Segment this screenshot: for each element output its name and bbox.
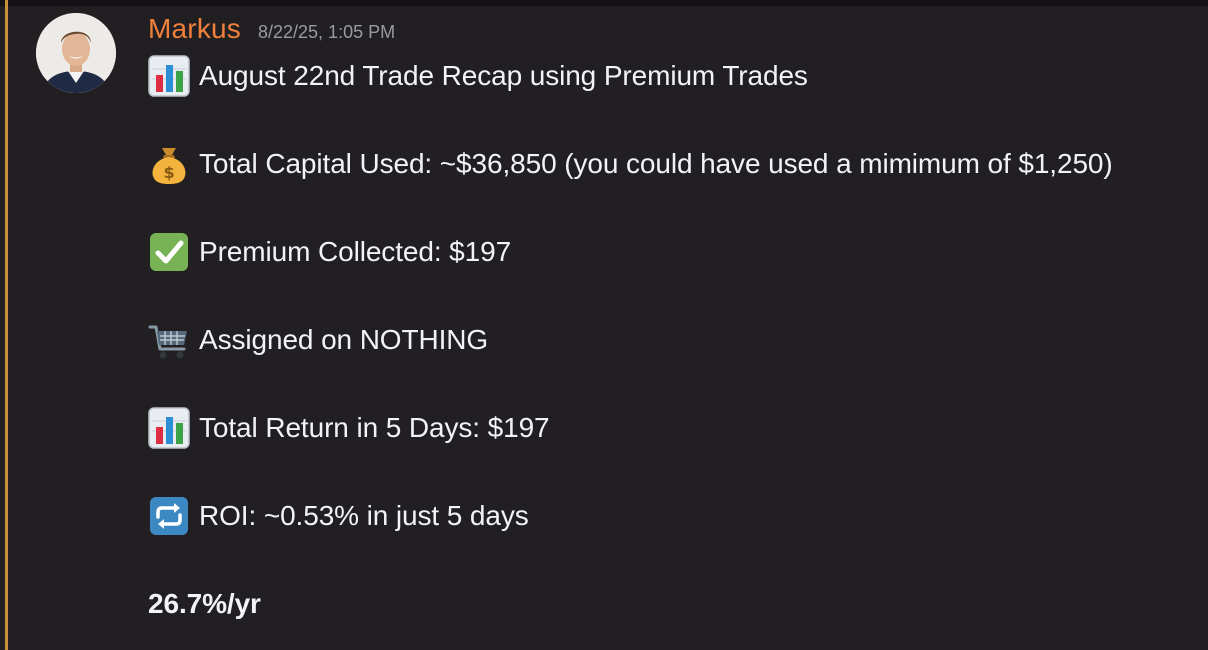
top-divider [0, 0, 1208, 6]
message-line-title: August 22nd Trade Recap using Premium Tr… [148, 55, 808, 97]
message-text: Total Return in 5 Days: $197 [199, 412, 550, 443]
author-name[interactable]: Markus [148, 13, 241, 45]
message-line-premium: Premium Collected: $197 [148, 232, 511, 272]
check-mark-icon [148, 231, 190, 273]
message-text: Total Capital Used: ~$36,850 (you could … [199, 148, 1113, 179]
message-header: Markus 8/22/25, 1:05 PM [148, 13, 395, 49]
money-bag-icon: $ [148, 143, 190, 185]
bar-chart-icon [148, 407, 190, 449]
svg-text:$: $ [163, 163, 174, 182]
bar-chart-icon [148, 55, 190, 97]
message-text: ROI: ~0.53% in just 5 days [199, 500, 529, 531]
message-line-capital: $ Total Capital Used: ~$36,850 (you coul… [148, 144, 1113, 184]
message-line-assigned: Assigned on NOTHING [148, 320, 488, 360]
message-summary: 26.7%/yr [148, 584, 261, 624]
mention-highlight-bar [5, 0, 8, 650]
message-text: Premium Collected: $197 [199, 236, 512, 267]
message-text: August 22nd Trade Recap using Premium Tr… [199, 60, 808, 91]
chat-message: Markus 8/22/25, 1:05 PM August 22nd Trad… [0, 0, 1208, 650]
repeat-icon [148, 495, 190, 537]
avatar[interactable] [36, 13, 116, 93]
message-timestamp[interactable]: 8/22/25, 1:05 PM [258, 22, 395, 43]
message-line-return: Total Return in 5 Days: $197 [148, 407, 550, 449]
message-text: Assigned on NOTHING [199, 324, 489, 355]
summary-text: 26.7%/yr [148, 588, 261, 619]
message-line-roi: ROI: ~0.53% in just 5 days [148, 496, 529, 536]
shopping-cart-icon [148, 319, 190, 361]
